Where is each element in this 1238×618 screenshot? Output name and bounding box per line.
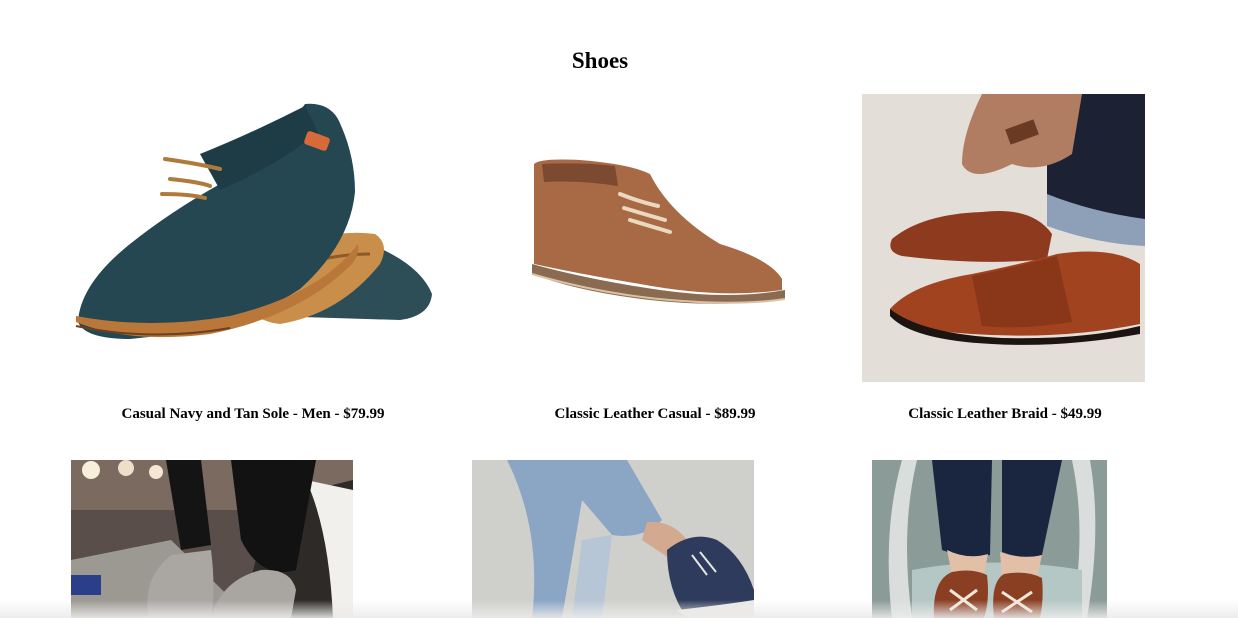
shoes-page: Shoes Casual Navy and Tan Sole - Men - $… bbox=[0, 0, 1238, 618]
bottom-scroll-fade bbox=[0, 600, 1238, 618]
product-image-brown-oxfords[interactable] bbox=[872, 460, 1107, 618]
product-caption[interactable]: Classic Leather Braid - $49.99 bbox=[820, 405, 1190, 423]
product-image-grey-boots[interactable] bbox=[71, 460, 353, 618]
product-image-tan-chukka[interactable] bbox=[520, 94, 802, 382]
product-image-navy-sneakers[interactable] bbox=[472, 460, 754, 618]
product-image-braided-leather[interactable] bbox=[862, 94, 1145, 382]
product-caption[interactable]: Classic Leather Casual - $89.99 bbox=[470, 405, 840, 423]
page-title: Shoes bbox=[571, 48, 629, 73]
product-image-navy-suede[interactable] bbox=[70, 94, 440, 382]
product-caption[interactable]: Casual Navy and Tan Sole - Men - $79.99 bbox=[70, 405, 436, 423]
